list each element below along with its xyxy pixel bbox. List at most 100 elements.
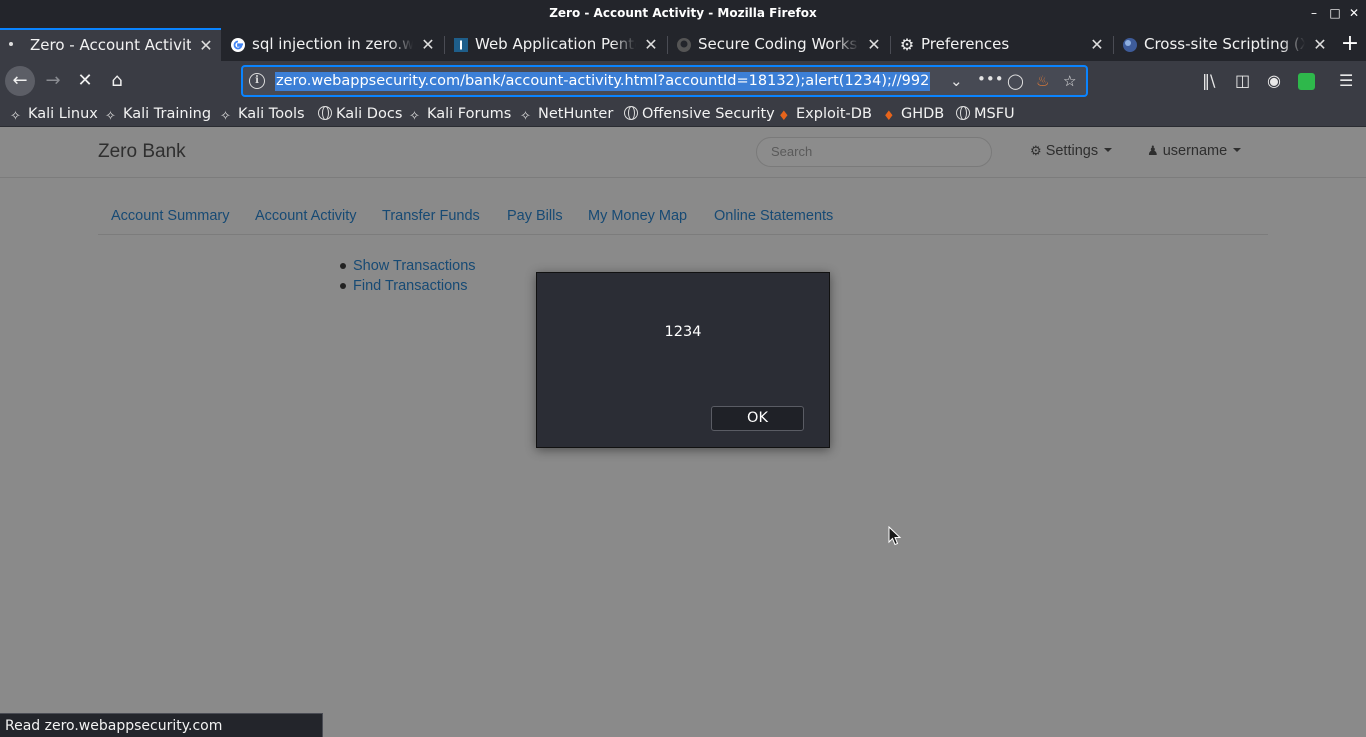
sync-account-icon[interactable]: ◉ [1267,72,1281,90]
browser-tab[interactable]: Zero - Account Activity ✕ [0,28,221,61]
bookmarks-toolbar: ✧ Kali Linux ✧ Kali Training ✧ Kali Tools K… [0,101,1366,127]
browser-tab[interactable]: ⚙ Preferences ✕ [891,28,1112,61]
caret-down-icon [1104,148,1113,152]
library-icon[interactable]: ‖\ [1202,72,1215,90]
bookmark-item[interactable]: MSFU [956,104,1015,124]
bookmark-item[interactable]: ✧ Kali Tools [220,104,305,124]
url-text[interactable]: zero.webappsecurity.com/bank/account-act… [275,72,931,91]
forward-button[interactable]: → [38,66,68,96]
ok-button[interactable]: OK [711,406,804,431]
tab-online-statements[interactable]: Online Statements [714,208,833,224]
tab-label: Web Application Pentesting [475,28,636,61]
caret-down-icon [1233,148,1242,152]
bookmark-item[interactable]: Offensive Security [624,104,775,124]
tab-account-activity[interactable]: Account Activity [255,208,357,224]
tab-pay-bills[interactable]: Pay Bills [507,208,563,224]
close-tab-icon[interactable]: ✕ [642,28,660,61]
user-label: username [1162,143,1228,159]
bookmark-item[interactable]: ✧ Kali Forums [409,104,511,124]
browser-tab[interactable]: Secure Coding Workshop ✕ [668,28,889,61]
github-icon [677,38,691,52]
browser-tab[interactable]: Web Application Pentesting ✕ [445,28,666,61]
tab-account-summary[interactable]: Account Summary [111,208,229,224]
page-actions-icon[interactable]: ••• [977,70,1004,88]
url-bar[interactable]: i zero.webappsecurity.com/bank/account-a… [242,66,1087,96]
kali-dragon-icon: ✧ [409,109,420,124]
menu-icon[interactable]: ☰ [1339,72,1353,90]
site-header: Zero Bank Search ⚙ Settings ♟ username [0,128,1366,178]
maximize-button[interactable]: □ [1328,6,1342,20]
bookmark-item[interactable]: ✧ Kali Training [105,104,211,124]
search-input[interactable]: Search [756,137,992,167]
minimize-button[interactable]: – [1307,6,1321,20]
loading-dot-icon [9,42,13,46]
kali-dragon-icon: ✧ [520,109,531,124]
status-bar: Read zero.webappsecurity.com [0,713,323,737]
tab-label: Preferences [921,28,1082,61]
gear-icon: ⚙ [899,35,915,54]
tab-label: Cross-site Scripting (XSS) [1144,28,1305,61]
java-icon[interactable]: ♨ [1036,72,1049,90]
activity-sub-nav: Show Transactions Find Transactions [340,256,476,296]
close-tab-icon[interactable]: ✕ [419,28,437,61]
new-tab-button[interactable]: + [1338,28,1362,61]
kali-dragon-icon: ✧ [105,109,116,124]
extension-icon[interactable] [1298,73,1315,90]
globe-icon [956,106,970,120]
site-info-icon[interactable]: i [249,73,265,89]
bookmark-label: Kali Tools [238,106,305,122]
bookmark-star-icon[interactable]: ☆ [1063,72,1076,90]
chevron-down-icon[interactable]: ⌄ [950,72,963,90]
window-titlebar: Zero - Account Activity - Mozilla Firefo… [0,0,1366,28]
close-tab-icon[interactable]: ✕ [1311,28,1329,61]
alert-message: 1234 [664,324,702,340]
stop-button[interactable]: ✕ [70,66,100,96]
bookmark-label: Kali Linux [28,106,98,122]
settings-label: Settings [1045,143,1099,159]
close-tab-icon[interactable]: ✕ [197,30,215,61]
globe-icon [1123,38,1137,52]
exploitdb-icon: ♦ [883,109,895,124]
exploitdb-icon: ♦ [778,109,790,124]
instapaper-icon [454,38,468,52]
show-transactions-link[interactable]: Show Transactions [340,256,476,276]
bookmark-item[interactable]: Kali Docs [318,104,402,124]
bookmark-item[interactable]: ✧ NetHunter [520,104,613,124]
user-menu[interactable]: ♟ username [1147,143,1242,159]
settings-menu[interactable]: ⚙ Settings [1030,143,1113,159]
sidebar-icon[interactable]: ◫ [1235,72,1250,90]
bookmark-item[interactable]: ✧ Kali Linux [10,104,98,124]
tab-my-money-map[interactable]: My Money Map [588,208,687,224]
browser-tab[interactable]: Cross-site Scripting (XSS) ✕ [1114,28,1335,61]
tab-transfer-funds[interactable]: Transfer Funds [382,208,480,224]
tab-strip: Zero - Account Activity ✕ sql injection … [0,28,1366,61]
account-nav-tabs: Account Summary Account Activity Transfe… [98,194,1268,235]
mouse-cursor-icon [888,526,902,546]
bookmark-item[interactable]: ♦ Exploit-DB [778,104,872,124]
bookmark-label: Kali Docs [336,106,403,122]
alert-dialog: 1234 OK [536,272,830,448]
close-tab-icon[interactable]: ✕ [865,28,883,61]
user-icon: ♟ [1147,143,1159,158]
browser-tab[interactable]: sql injection in zero.webappsecurity.com… [222,28,443,61]
tab-label: Zero - Account Activity [30,36,191,54]
gear-icon: ⚙ [1030,143,1042,158]
close-tab-icon[interactable]: ✕ [1088,28,1106,61]
close-window-button[interactable]: ✕ [1347,6,1361,20]
kali-dragon-icon: ✧ [220,109,231,124]
site-brand[interactable]: Zero Bank [98,141,186,163]
bookmark-label: Kali Forums [427,106,512,122]
google-icon [231,38,245,52]
back-button[interactable]: ← [5,66,35,96]
home-button[interactable]: ⌂ [102,66,132,96]
pocket-icon[interactable]: ◯ [1007,72,1024,90]
tab-label: Secure Coding Workshop [698,28,859,61]
bookmark-item[interactable]: ♦ GHDB [883,104,944,124]
find-transactions-link[interactable]: Find Transactions [340,276,476,296]
bookmark-label: MSFU [974,106,1015,122]
globe-icon [318,106,332,120]
globe-icon [624,106,638,120]
bookmark-label: NetHunter [538,106,614,122]
window-title: Zero - Account Activity - Mozilla Firefo… [549,6,817,20]
tab-label: sql injection in zero.webappsecurity.com [252,28,413,61]
